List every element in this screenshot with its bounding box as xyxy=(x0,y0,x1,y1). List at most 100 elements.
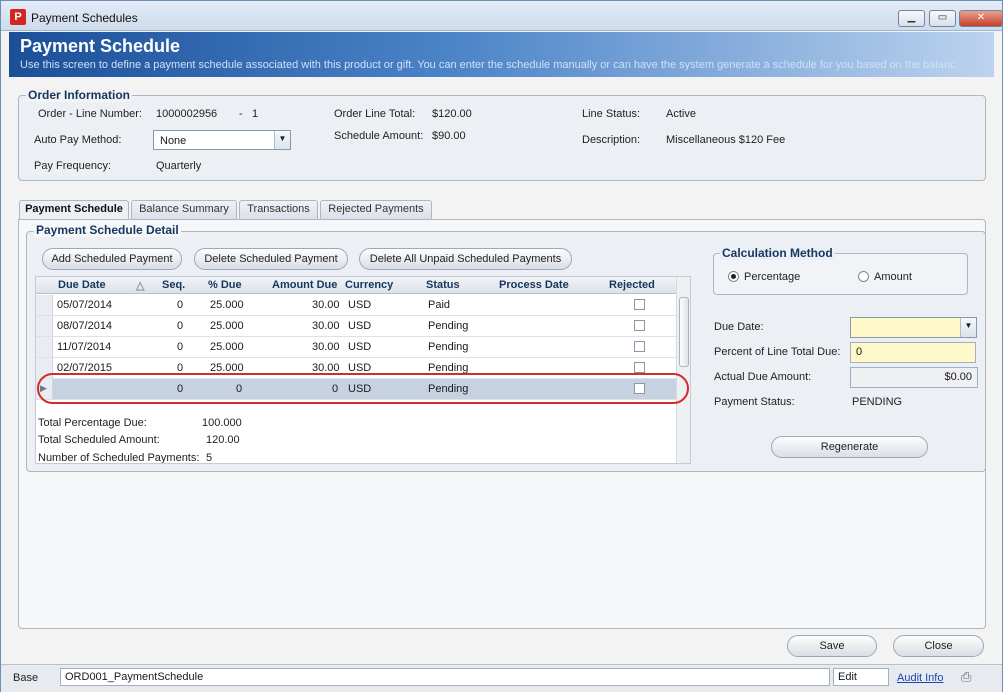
add-scheduled-payment-button[interactable]: Add Scheduled Payment xyxy=(42,248,182,270)
cell-due-date[interactable]: 11/07/2014 xyxy=(57,341,111,353)
chevron-down-icon[interactable]: ▼ xyxy=(960,318,976,337)
table-row[interactable]: 08/07/2014 0 25.000 30.00 USD Pending xyxy=(36,316,676,337)
title-bar: P Payment Schedules ▁ ▭ ✕ xyxy=(1,1,1003,31)
cell-amount[interactable]: 30.00 xyxy=(312,320,340,332)
amount-label[interactable]: Amount xyxy=(874,271,912,283)
cell-currency[interactable]: USD xyxy=(348,299,371,311)
col-due-date[interactable]: Due Date xyxy=(58,279,106,291)
col-rejected[interactable]: Rejected xyxy=(609,279,655,291)
percentage-label[interactable]: Percentage xyxy=(744,271,800,283)
line-number: 1 xyxy=(252,108,259,120)
col-seq[interactable]: Seq. xyxy=(162,279,185,291)
schedule-amount-value: $90.00 xyxy=(432,130,466,142)
payment-status-label: Payment Status: xyxy=(714,396,795,408)
col-amount-due[interactable]: Amount Due xyxy=(272,279,337,291)
page-description: Use this screen to define a payment sche… xyxy=(20,59,956,71)
col-process-date[interactable]: Process Date xyxy=(499,279,569,291)
save-button[interactable]: Save xyxy=(787,635,877,657)
cell-status[interactable]: Pending xyxy=(428,341,468,353)
payment-schedule-grid: Due Date △ Seq. % Due Amount Due Currenc… xyxy=(35,276,691,464)
order-line-total-value: $120.00 xyxy=(432,108,472,120)
order-line-total-label: Order Line Total: xyxy=(334,108,416,120)
cell-pct[interactable]: 25.000 xyxy=(210,320,244,332)
cell-pct[interactable]: 25.000 xyxy=(210,299,244,311)
total-percentage-label: Total Percentage Due: xyxy=(38,417,147,429)
description-value: Miscellaneous $120 Fee xyxy=(666,134,786,146)
status-bar: Base ORD001_PaymentSchedule Edit Audit I… xyxy=(1,664,1002,692)
pay-frequency-label: Pay Frequency: xyxy=(34,160,112,172)
col-currency[interactable]: Currency xyxy=(345,279,393,291)
grid-vertical-scrollbar[interactable] xyxy=(676,277,690,463)
number-scheduled-label: Number of Scheduled Payments: xyxy=(38,452,200,464)
form-name-field: ORD001_PaymentSchedule xyxy=(60,668,830,686)
minimize-button[interactable]: ▁ xyxy=(898,10,925,27)
row-selector[interactable] xyxy=(36,295,53,315)
cell-amount[interactable]: 30.00 xyxy=(312,341,340,353)
sort-ascending-icon[interactable]: △ xyxy=(136,279,144,292)
payment-schedule-detail-title: Payment Schedule Detail xyxy=(34,223,181,237)
rejected-checkbox[interactable] xyxy=(634,362,645,373)
header-banner: Payment Schedule Use this screen to defi… xyxy=(9,32,994,77)
printer-icon[interactable]: ⎙ xyxy=(961,669,979,685)
tab-transactions[interactable]: Transactions xyxy=(239,200,318,219)
highlight-annotation xyxy=(37,373,689,404)
regenerate-button[interactable]: Regenerate xyxy=(771,436,928,458)
description-label: Description: xyxy=(582,134,641,146)
actual-due-amount-label: Actual Due Amount: xyxy=(714,371,812,383)
order-number: 1000002956 xyxy=(156,108,218,120)
cell-seq[interactable]: 0 xyxy=(177,299,183,311)
due-date-picker[interactable]: ▼ xyxy=(850,317,977,338)
pay-frequency-value: Quarterly xyxy=(156,160,202,172)
line-status-label: Line Status: xyxy=(582,108,641,120)
calculation-method-title: Calculation Method xyxy=(720,246,835,260)
close-window-button[interactable]: ✕ xyxy=(959,10,1003,27)
auto-pay-method-select[interactable]: None ▼ xyxy=(153,130,291,150)
delete-all-unpaid-button[interactable]: Delete All Unpaid Scheduled Payments xyxy=(359,248,572,270)
maximize-button[interactable]: ▭ xyxy=(929,10,956,27)
cell-seq[interactable]: 0 xyxy=(177,341,183,353)
table-row[interactable]: 11/07/2014 0 25.000 30.00 USD Pending xyxy=(36,337,676,358)
percentage-radio[interactable] xyxy=(728,271,739,282)
order-line-label: Order - Line Number: xyxy=(38,108,142,120)
row-selector[interactable] xyxy=(36,316,53,336)
total-scheduled-value: 120.00 xyxy=(206,434,240,446)
cell-amount[interactable]: 30.00 xyxy=(312,299,340,311)
audit-info-link[interactable]: Audit Info xyxy=(897,672,943,684)
cell-pct[interactable]: 25.000 xyxy=(210,341,244,353)
cell-currency[interactable]: USD xyxy=(348,320,371,332)
rejected-checkbox[interactable] xyxy=(634,341,645,352)
table-row[interactable]: 05/07/2014 0 25.000 30.00 USD Paid xyxy=(36,295,676,316)
payment-status-value: PENDING xyxy=(852,396,903,408)
mode-field: Edit xyxy=(833,668,889,686)
col-status[interactable]: Status xyxy=(426,279,460,291)
order-line-dash: - xyxy=(239,108,243,120)
delete-scheduled-payment-button[interactable]: Delete Scheduled Payment xyxy=(194,248,348,270)
rejected-checkbox[interactable] xyxy=(634,320,645,331)
cell-status[interactable]: Paid xyxy=(428,299,450,311)
cell-due-date[interactable]: 08/07/2014 xyxy=(57,320,112,332)
order-information-title: Order Information xyxy=(26,88,133,102)
window-title: Payment Schedules xyxy=(31,11,138,25)
percent-line-total-input[interactable]: 0 xyxy=(850,342,976,363)
tab-rejected-payments[interactable]: Rejected Payments xyxy=(320,200,432,219)
app-logo-icon: P xyxy=(10,9,26,25)
tab-balance-summary[interactable]: Balance Summary xyxy=(131,200,237,219)
status-base-label: Base xyxy=(13,672,39,684)
due-date-label: Due Date: xyxy=(714,321,764,333)
row-selector[interactable] xyxy=(36,337,53,357)
cell-seq[interactable]: 0 xyxy=(177,320,183,332)
chevron-down-icon[interactable]: ▼ xyxy=(274,131,290,149)
grid-header: Due Date △ Seq. % Due Amount Due Currenc… xyxy=(36,277,676,294)
tab-payment-schedule[interactable]: Payment Schedule xyxy=(19,200,129,220)
cell-due-date[interactable]: 05/07/2014 xyxy=(57,299,112,311)
close-button[interactable]: Close xyxy=(893,635,984,657)
percent-line-total-label: Percent of Line Total Due: xyxy=(714,346,841,358)
total-percentage-value: 100.000 xyxy=(202,417,242,429)
amount-radio[interactable] xyxy=(858,271,869,282)
schedule-amount-label: Schedule Amount: xyxy=(334,130,424,142)
col-pct-due[interactable]: % Due xyxy=(208,279,242,291)
scrollbar-thumb[interactable] xyxy=(679,297,689,367)
cell-status[interactable]: Pending xyxy=(428,320,468,332)
cell-currency[interactable]: USD xyxy=(348,341,371,353)
rejected-checkbox[interactable] xyxy=(634,299,645,310)
